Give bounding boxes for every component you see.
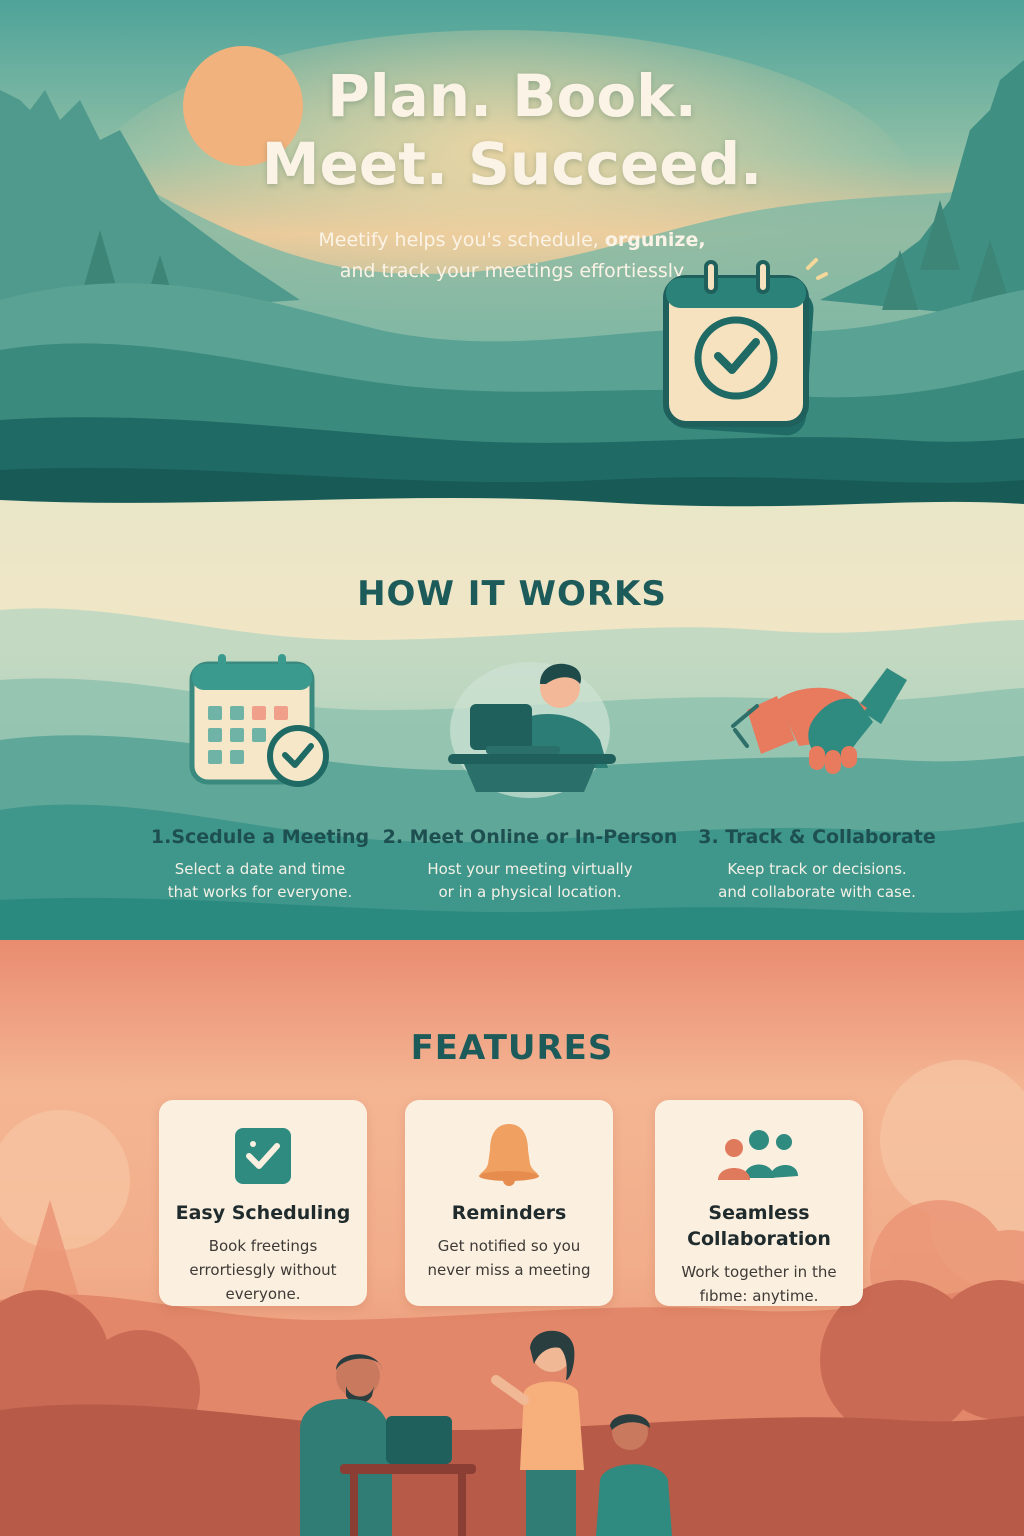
feature-1-desc-line1: Book freetings <box>208 1237 318 1255</box>
man-with-laptop <box>300 1354 476 1536</box>
feature-card-reminders: Reminders Get notified so you never miss… <box>405 1100 613 1306</box>
landing-page: Plan. Book. Meet. Succeed. Meetify helps… <box>0 0 1024 1536</box>
calendar-icon <box>110 650 410 800</box>
feature-card-scheduling: Easy Scheduling Book freetings errorties… <box>159 1100 367 1306</box>
handshake-icon <box>667 650 967 800</box>
hero-subtitle-bold: orgunize, <box>604 229 706 251</box>
step-1-title: 1.Scedule a Meeting <box>150 826 370 848</box>
calendar-check-icon <box>658 258 828 442</box>
hero-title-line1: Plan. Book. <box>327 62 697 130</box>
check-square-icon <box>159 1100 367 1186</box>
hero-subtitle-part1: Meetify helps you's schedule, <box>318 229 605 251</box>
step-1-desc: Select a date and time that works for ev… <box>110 858 410 904</box>
features-title: FEATURES <box>410 1028 614 1068</box>
feature-1-desc-line2: errortiesgly without <box>189 1261 337 1279</box>
feature-card-collaboration: Seamless Collaboration Work together in … <box>655 1100 863 1306</box>
bell-icon <box>405 1100 613 1186</box>
how-it-works-section: HOW IT WORKS 1.Scedule a Meeting Select … <box>0 470 1024 990</box>
step-2-desc-line2: or in a physical location. <box>438 883 622 901</box>
hero-title: Plan. Book. Meet. Succeed. <box>0 62 1024 198</box>
step-collaborate: 3. Track & Collaborate Keep track or dec… <box>667 650 967 904</box>
team-icon <box>655 1100 863 1186</box>
features-section: FEATURES Easy Scheduling Book freetings … <box>0 940 1024 1536</box>
step-2-title: 2. Meet Online or In-Person <box>382 826 678 848</box>
step-3-desc-line1: Keep track or decisions. <box>727 860 907 878</box>
feature-2-title: Reminders <box>451 1202 567 1224</box>
feature-3-title: Seamless Collaboration <box>655 1200 863 1252</box>
feature-2-desc-line2: never miss a meeting <box>427 1261 591 1279</box>
person-laptop-icon <box>380 650 680 800</box>
step-1-desc-line1: Select a date and time <box>174 860 346 878</box>
woman-standing <box>491 1330 584 1536</box>
feature-1-desc-line3: everyone. <box>225 1285 301 1303</box>
hero-title-line2: Meet. Succeed. <box>261 130 763 198</box>
step-2-desc-line1: Host your meeting virtually <box>427 860 633 878</box>
feature-1-title: Easy Scheduling <box>175 1202 351 1224</box>
boy-sitting <box>596 1414 672 1536</box>
step-3-desc-line2: and collaborate with case. <box>718 883 916 901</box>
step-meet: 2. Meet Online or In-Person Host your me… <box>380 650 680 904</box>
feature-1-desc: Book freetings errortiesgly without ever… <box>159 1234 367 1306</box>
hero-subtitle-line2: and track your meetings effortiessly <box>339 260 685 282</box>
feature-2-desc: Get notified so you never miss a meeting <box>405 1234 613 1282</box>
hero-section: Plan. Book. Meet. Succeed. Meetify helps… <box>0 0 1024 520</box>
feature-3-title-line2: Collaboration <box>687 1228 831 1250</box>
step-2-desc: Host your meeting virtually or in a phys… <box>380 858 680 904</box>
step-schedule: 1.Scedule a Meeting Select a date and ti… <box>110 650 410 904</box>
step-3-title: 3. Track & Collaborate <box>698 826 936 848</box>
step-1-desc-line2: that works for everyone. <box>167 883 353 901</box>
team-meeting-illustration <box>300 1330 672 1536</box>
feature-3-title-line1: Seamless <box>708 1202 810 1224</box>
feature-3-desc: Work together in the fıbme: anytime. <box>655 1260 863 1308</box>
feature-2-desc-line1: Get notified so you <box>437 1237 581 1255</box>
feature-3-desc-line1: Work together in the <box>681 1263 837 1281</box>
how-it-works-title: HOW IT WORKS <box>357 574 667 614</box>
feature-3-desc-line2: fıbme: anytime. <box>699 1287 819 1305</box>
step-3-desc: Keep track or decisions. and collaborate… <box>667 858 967 904</box>
